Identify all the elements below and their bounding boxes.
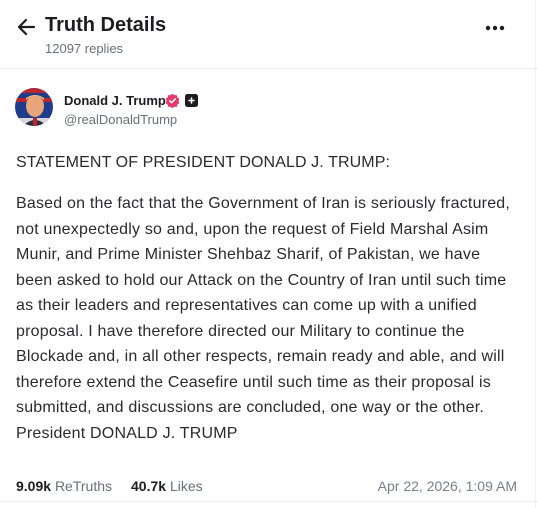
likes-count: 40.7k — [131, 478, 167, 494]
panel-border — [535, 0, 536, 508]
page-title: Truth Details — [45, 14, 167, 36]
post-footer: 9.09k ReTruths 40.7k Likes Apr 22, 2026,… — [0, 470, 538, 502]
back-button[interactable] — [14, 14, 40, 40]
reply-count: 12097 replies — [45, 41, 124, 56]
header-divider — [0, 68, 538, 69]
avatar[interactable] — [15, 88, 53, 126]
truth-social-badge-icon — [185, 94, 198, 107]
footer-divider — [0, 501, 538, 502]
retruths-stat[interactable]: 9.09k ReTruths — [16, 478, 112, 494]
post-timestamp: Apr 22, 2026, 1:09 AM — [377, 478, 517, 494]
page-header: Truth Details 12097 replies — [0, 0, 538, 68]
post-heading: STATEMENT OF PRESIDENT DONALD J. TRUMP: — [16, 154, 391, 171]
profile-photo-image — [15, 88, 53, 126]
more-horizontal-icon — [485, 25, 505, 31]
arrow-left-icon — [17, 18, 36, 36]
likes-label: Likes — [169, 478, 203, 494]
retruths-count: 9.09k — [16, 478, 52, 494]
retruths-label: ReTruths — [54, 478, 112, 494]
more-options-button[interactable] — [482, 17, 508, 39]
post-body: Based on the fact that the Government of… — [16, 195, 511, 442]
author-handle[interactable]: @realDonaldTrump — [64, 112, 177, 127]
verified-badge-icon — [165, 93, 180, 108]
likes-stat[interactable]: 40.7k Likes — [131, 478, 203, 494]
author-display-name[interactable]: Donald J. Trump — [64, 93, 166, 108]
